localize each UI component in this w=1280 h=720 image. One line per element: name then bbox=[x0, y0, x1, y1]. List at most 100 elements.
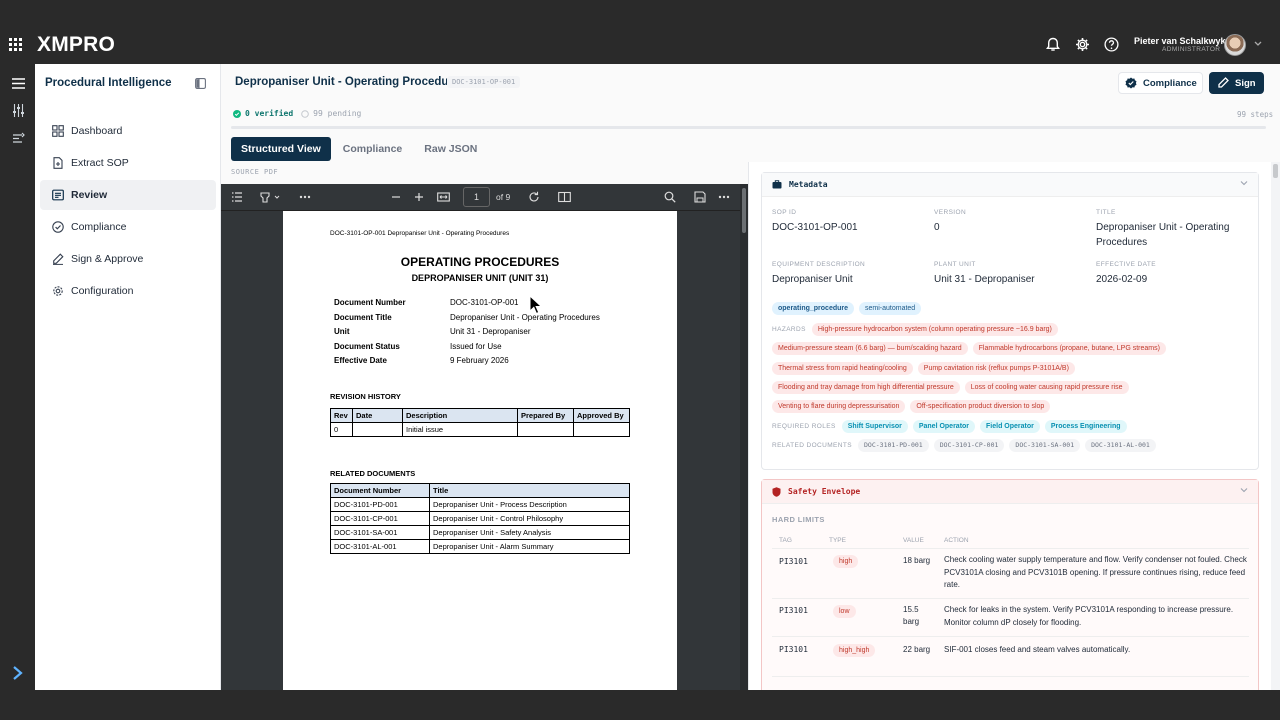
field-label: TITLE bbox=[1096, 209, 1116, 216]
sidebar-item-label: Configuration bbox=[71, 285, 134, 297]
sidebar-item-label: Sign & Approve bbox=[71, 253, 144, 265]
safety-envelope-card: Safety Envelope HARD LIMITS TAG TYPE VAL… bbox=[761, 479, 1259, 690]
zoom-in-icon[interactable] bbox=[414, 191, 424, 203]
fit-page-icon[interactable] bbox=[437, 191, 450, 203]
compliance-button[interactable]: Compliance bbox=[1118, 72, 1203, 94]
field-effective-date: EFFECTIVE DATE 2026-02-09 bbox=[1096, 261, 1156, 288]
sidebar-item-configuration[interactable]: Configuration bbox=[40, 276, 216, 306]
settings-gear-icon[interactable] bbox=[1075, 37, 1090, 52]
related-doc-pill[interactable]: DOC-3101-PD-001 bbox=[858, 439, 929, 452]
rotate-icon[interactable] bbox=[528, 191, 540, 203]
pdf-viewer: 1 of 9 DOC-3101-OP-001 Depropaniser Unit… bbox=[221, 184, 748, 690]
related-doc-pill[interactable]: DOC-3101-SA-001 bbox=[1009, 439, 1081, 452]
limit-value: 22 barg bbox=[903, 645, 931, 654]
user-role: ADMINISTRATOR bbox=[1162, 46, 1221, 53]
sidebar-nav: Dashboard Extract SOP Review Compliance … bbox=[40, 116, 216, 308]
panel-scrollbar[interactable] bbox=[1271, 162, 1280, 690]
review-icon bbox=[52, 189, 64, 201]
field-label: EQUIPMENT DESCRIPTION bbox=[772, 261, 866, 268]
hazards-label: HAZARDS bbox=[772, 326, 806, 333]
metadata-title: Metadata bbox=[789, 180, 828, 189]
save-icon[interactable] bbox=[694, 191, 706, 203]
grid-icon bbox=[52, 125, 64, 137]
pdf-scrollbar[interactable] bbox=[740, 184, 748, 690]
two-page-icon[interactable] bbox=[558, 191, 571, 203]
user-info[interactable]: Pieter van Schalkwyk ADMINISTRATOR bbox=[1134, 36, 1226, 53]
table-row: PI3101 high_high 22 barg SIF-001 closes … bbox=[772, 637, 1249, 677]
table-cell: DOC-3101-PD-001 bbox=[330, 497, 430, 512]
sidebar-item-dashboard[interactable]: Dashboard bbox=[40, 116, 216, 146]
field-value: DOC-3101-OP-001 bbox=[772, 222, 858, 233]
transform-icon[interactable] bbox=[12, 132, 25, 145]
table-header: ACTION bbox=[944, 537, 969, 544]
pdf-subtitle: DEPROPANISER UNIT (UNIT 31) bbox=[411, 273, 549, 283]
highlighter-icon[interactable] bbox=[259, 191, 281, 203]
limit-action: Check cooling water supply temperature a… bbox=[944, 555, 1247, 589]
table-cell: Depropaniser Unit - Control Philosophy bbox=[429, 511, 630, 526]
more-options-icon[interactable] bbox=[299, 195, 311, 199]
pdf-page: DOC-3101-OP-001 Depropaniser Unit - Oper… bbox=[283, 211, 677, 690]
panel-scrollbar-thumb[interactable] bbox=[1273, 164, 1278, 178]
avatar[interactable] bbox=[1224, 34, 1246, 56]
zoom-out-icon[interactable] bbox=[391, 191, 401, 203]
related-documents: RELATED DOCUMENTS DOC-3101-PD-001 DOC-31… bbox=[772, 439, 1161, 452]
user-menu-chevron-icon[interactable] bbox=[1254, 41, 1262, 47]
field-value: Depropaniser Unit bbox=[772, 274, 853, 285]
hazard-pill: High-pressure hydrocarbon system (column… bbox=[811, 323, 1058, 336]
safety-envelope-header[interactable]: Safety Envelope bbox=[762, 480, 1258, 504]
brand-logo[interactable]: XMPRO bbox=[37, 33, 115, 57]
pdf-more-icon[interactable] bbox=[718, 195, 730, 199]
sidebar-item-review[interactable]: Review bbox=[40, 180, 216, 210]
search-icon[interactable] bbox=[664, 191, 676, 203]
sidebar-item-compliance[interactable]: Compliance bbox=[40, 212, 216, 242]
hazards-row-3: Thermal stress from rapid heating/coolin… bbox=[772, 362, 1080, 375]
tab-structured-view[interactable]: Structured View bbox=[231, 137, 331, 161]
sidebar-item-label: Review bbox=[71, 189, 108, 201]
pdf-page-header: DOC-3101-OP-001 Depropaniser Unit - Oper… bbox=[330, 230, 510, 237]
pdf-scrollbar-thumb[interactable] bbox=[742, 188, 746, 233]
pdf-meta-value: 9 February 2026 bbox=[450, 356, 509, 365]
related-doc-pill[interactable]: DOC-3101-CP-001 bbox=[933, 439, 1005, 452]
check-circle-icon bbox=[52, 221, 64, 233]
apps-grid-icon[interactable] bbox=[9, 38, 22, 51]
sidebar-collapse-icon[interactable] bbox=[195, 78, 206, 89]
tab-compliance[interactable]: Compliance bbox=[333, 137, 413, 161]
metadata-card-header[interactable]: Metadata bbox=[762, 173, 1258, 197]
hard-limits-heading: HARD LIMITS bbox=[772, 515, 825, 524]
tab-raw-json[interactable]: Raw JSON bbox=[414, 137, 487, 161]
metadata-card: Metadata SOP ID DOC-3101-OP-001 VERSION … bbox=[761, 172, 1259, 470]
hazards-row-4: Flooding and tray damage from high diffe… bbox=[772, 381, 1134, 394]
outline-icon[interactable] bbox=[231, 191, 243, 203]
pdf-meta-row: Effective Date 9 February 2026 bbox=[334, 356, 600, 371]
pen-icon bbox=[52, 253, 64, 265]
table-cell: Depropaniser Unit - Safety Analysis bbox=[429, 525, 630, 540]
pdf-meta-key: Document Status bbox=[334, 341, 400, 351]
table-header: TAG bbox=[779, 537, 792, 544]
field-label: VERSION bbox=[934, 209, 967, 216]
table-row: DOC-3101-CP-001 Depropaniser Unit - Contr… bbox=[330, 511, 630, 526]
sign-button[interactable]: Sign bbox=[1209, 72, 1264, 94]
mouse-cursor-icon bbox=[529, 295, 542, 315]
left-rail bbox=[0, 64, 35, 690]
bell-icon[interactable] bbox=[1046, 37, 1060, 52]
related-doc-pill[interactable]: DOC-3101-AL-001 bbox=[1085, 439, 1156, 452]
hazard-pill: Venting to flare during depressurisation bbox=[772, 400, 906, 413]
related-label: RELATED DOCUMENTS bbox=[772, 442, 852, 449]
sidebar-item-extract-sop[interactable]: Extract SOP bbox=[40, 148, 216, 178]
sliders-icon[interactable] bbox=[12, 104, 25, 117]
roles-label: REQUIRED ROLES bbox=[772, 423, 836, 430]
page-number-input[interactable]: 1 bbox=[463, 187, 490, 207]
hazard-pill: Thermal stress from rapid heating/coolin… bbox=[772, 362, 913, 375]
field-title: TITLE Depropaniser Unit - Operating Proc… bbox=[1096, 209, 1246, 250]
structured-panel: Metadata SOP ID DOC-3101-OP-001 VERSION … bbox=[748, 162, 1280, 690]
expand-chevron-icon[interactable] bbox=[11, 665, 25, 681]
file-plus-icon bbox=[52, 157, 64, 169]
table-cell: Initial issue bbox=[402, 422, 518, 437]
menu-icon[interactable] bbox=[12, 78, 25, 89]
field-value: Depropaniser Unit - Operating Procedures bbox=[1096, 222, 1230, 248]
pending-count: 99 pending bbox=[313, 109, 362, 118]
steps-count: 99 steps bbox=[1237, 110, 1274, 119]
sidebar-item-sign-approve[interactable]: Sign & Approve bbox=[40, 244, 216, 274]
help-icon[interactable] bbox=[1104, 37, 1119, 52]
chevron-down-icon bbox=[1240, 180, 1248, 186]
